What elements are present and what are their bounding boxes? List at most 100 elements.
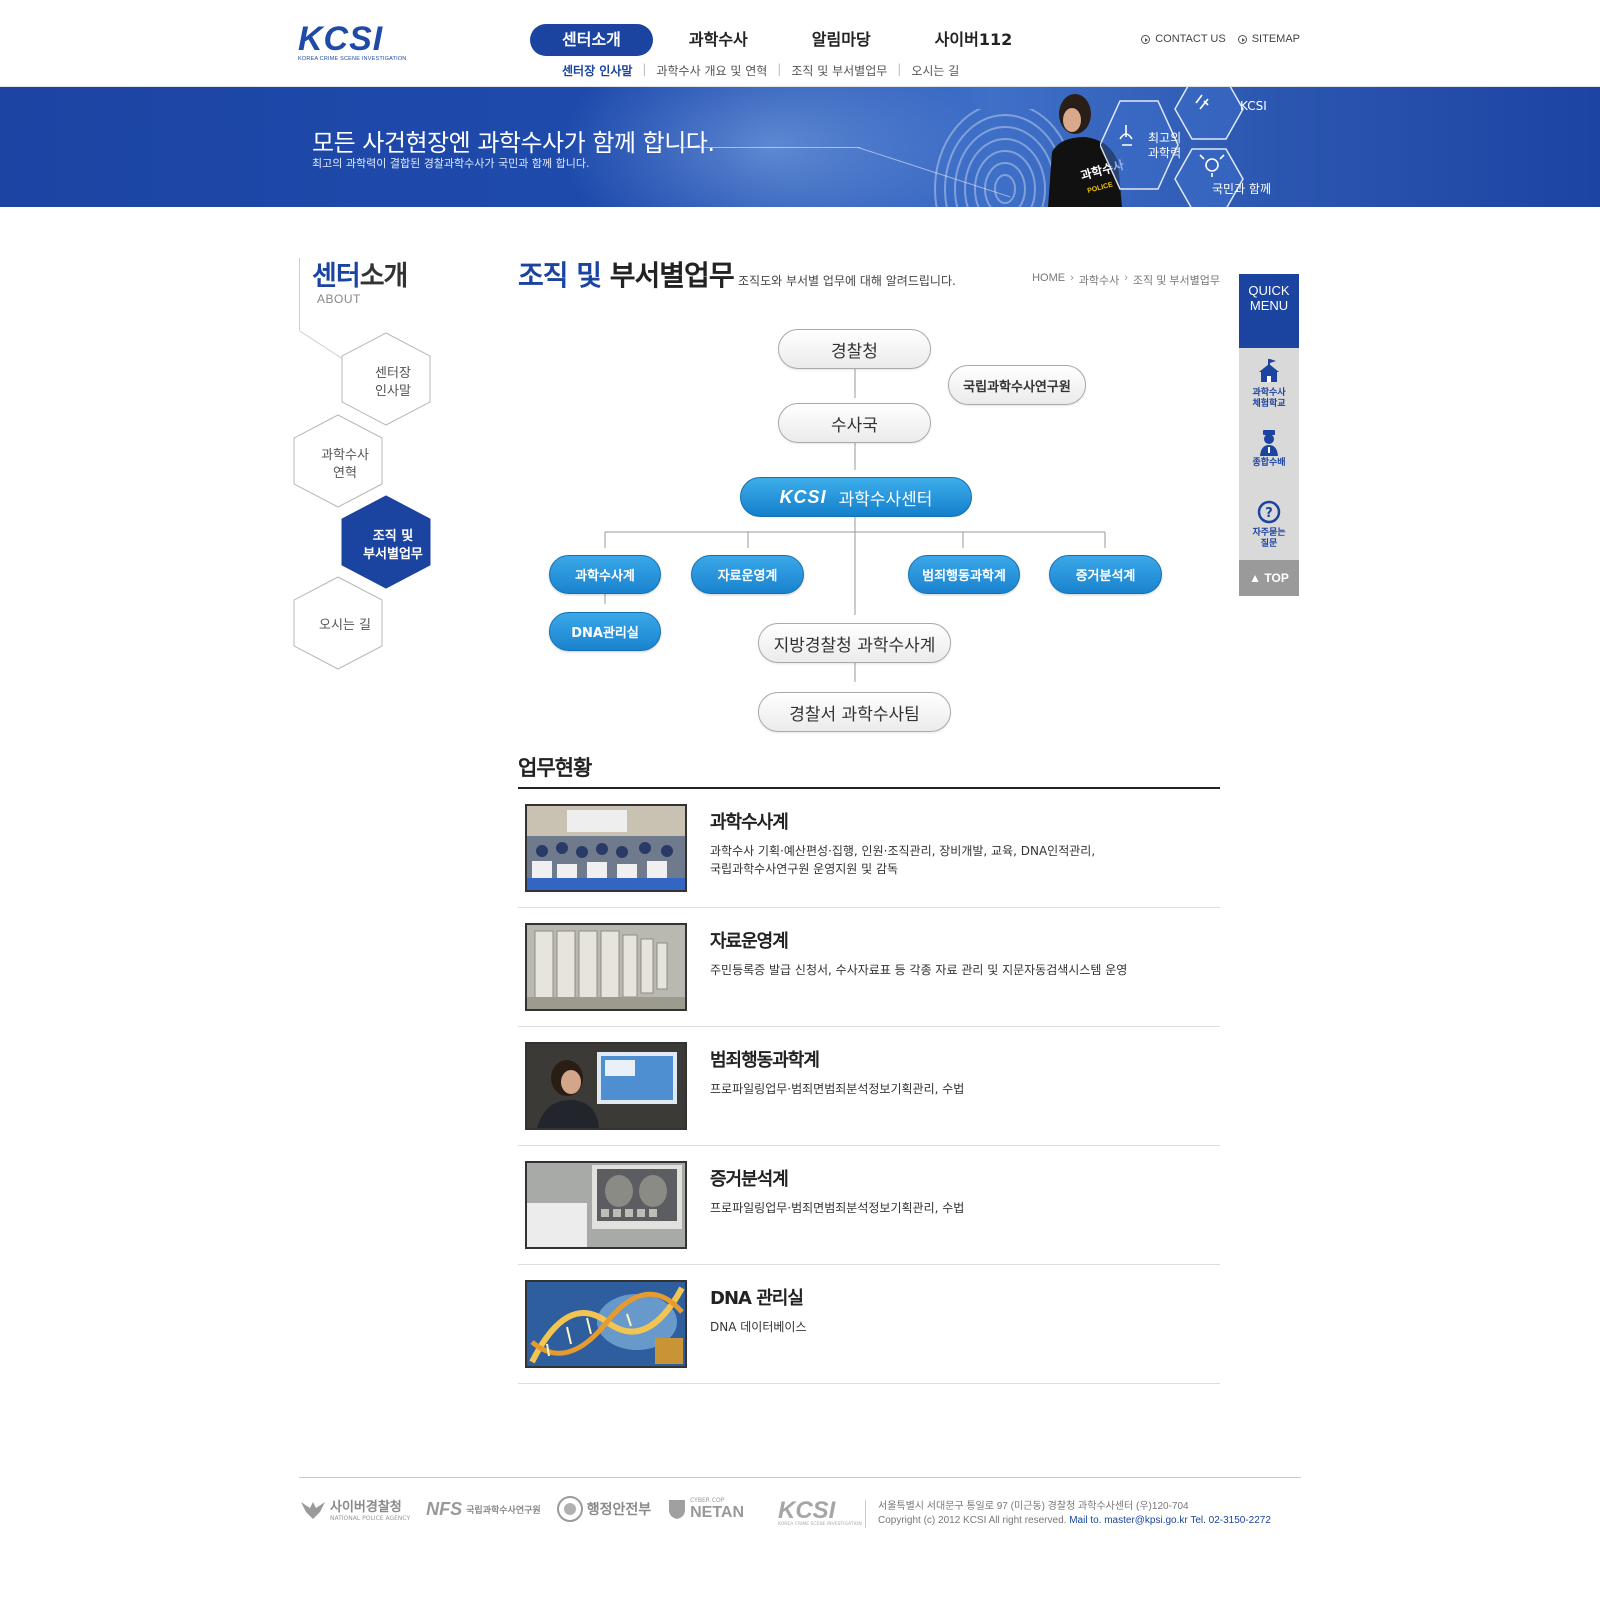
partner-logos: 사이버경찰청 NATIONAL POLICE AGENCY NFS 국립과학수사… bbox=[300, 1496, 760, 1522]
footer-logo-title: 사이버경찰청 bbox=[330, 1500, 402, 1515]
breadcrumb: HOME › 과학수사 › 조직 및 부서별업무 bbox=[1032, 272, 1220, 288]
footer-logo-cyber-police[interactable]: 사이버경찰청 NATIONAL POLICE AGENCY bbox=[300, 1496, 410, 1522]
kcsi-logo-mini: KCSI bbox=[779, 486, 827, 507]
footer-logo-nfs[interactable]: NFS 국립과학수사연구원 bbox=[426, 1499, 541, 1520]
org-unit-data-section: 자료운영계 bbox=[691, 555, 804, 594]
chevron-right-icon: › bbox=[1070, 272, 1074, 284]
org-node-forensic-center: KCSI 과학수사센터 bbox=[740, 477, 972, 517]
quick-item-school[interactable]: 과학수사 체험학교 bbox=[1239, 348, 1299, 418]
lnb-subtitle: ABOUT bbox=[317, 292, 361, 306]
list-item: 과학수사계 과학수사 기획·예산편성·집행, 인원·조직관리, 장비개발, 교육… bbox=[518, 789, 1220, 908]
quick-menu: QUICK MENU 과학수사 체험학교 종합수배 ? 자주묻는 질문 ▲ TO… bbox=[1239, 274, 1299, 596]
work-description: 주민등록증 발급 신청서, 수사자료표 등 각종 자료 관리 및 지문자동검색시… bbox=[710, 963, 1128, 977]
footer-logo-sub: CYBER COP bbox=[690, 1496, 725, 1504]
footer-contact[interactable]: Mail to. master@kpsi.go.kr Tel. 02-3150-… bbox=[1069, 1515, 1271, 1526]
lnb-title-b: 소개 bbox=[359, 261, 409, 292]
work-name: DNA 관리실 bbox=[710, 1288, 804, 1309]
footer-logo-sub: NATIONAL POLICE AGENCY bbox=[330, 1515, 411, 1522]
footer-copyright: Copyright (c) 2012 KCSI All right reserv… bbox=[878, 1515, 1067, 1526]
utility-links: CONTACT US SITEMAP bbox=[1129, 33, 1300, 45]
lnb-item-greeting[interactable]: 센터장 인사말 bbox=[348, 365, 438, 401]
work-name: 범죄행동과학계 bbox=[710, 1050, 820, 1071]
lnb-item-organization[interactable]: 조직 및 부서별업무 bbox=[348, 528, 438, 564]
footer-vertical-divider bbox=[865, 1500, 866, 1528]
org-node-regional: 지방경찰청 과학수사계 bbox=[758, 623, 951, 663]
lnb-item-directions[interactable]: 오시는 길 bbox=[300, 617, 390, 635]
quick-item-faq[interactable]: ? 자주묻는 질문 bbox=[1239, 488, 1299, 558]
banner-title: 모든 사건현장엔 과학수사가 함께 합니다. bbox=[312, 129, 715, 157]
footer-logo-netan[interactable]: CYBER COP NETAN bbox=[667, 1497, 744, 1522]
org-unit-dna-office: DNA관리실 bbox=[549, 612, 661, 651]
lnb-title-a: 센터 bbox=[312, 261, 361, 292]
subnav-separator: | bbox=[642, 62, 647, 76]
work-description: 프로파일링업무·범죄면범죄분석정보기획관리, 수법 bbox=[710, 1082, 965, 1096]
contact-us-link[interactable]: CONTACT US bbox=[1141, 33, 1226, 45]
sub-navigation: 센터장 인사말 | 과학수사 개요 및 연혁 | 조직 및 부서별업무 | 오시… bbox=[562, 62, 959, 79]
subnav-directions[interactable]: 오시는 길 bbox=[911, 62, 959, 79]
seminar-photo bbox=[525, 804, 687, 892]
footer-logo-title: NFS bbox=[426, 1498, 463, 1519]
hex-label-citizens: 국민과 함께 bbox=[1212, 182, 1272, 196]
svg-text:?: ? bbox=[1265, 506, 1273, 521]
eagle-icon bbox=[301, 1502, 325, 1519]
org-node-investigation-bureau: 수사국 bbox=[778, 403, 931, 443]
quick-item-wanted[interactable]: 종합수배 bbox=[1239, 418, 1299, 488]
work-description: DNA 데이터베이스 bbox=[710, 1320, 807, 1334]
footer-address: 서울특별시 서대문구 통일로 97 (미근동) 경찰청 과학수사센터 (우)12… bbox=[878, 1501, 1189, 1512]
government-seal-icon bbox=[556, 1496, 583, 1522]
org-chart: 경찰청 국립과학수사연구원 수사국 KCSI 과학수사센터 과학수사계 자료운영… bbox=[518, 320, 1218, 740]
logo-text: KCSI bbox=[298, 20, 384, 58]
footer-kcsi-logo: KCSI KOREA CRIME SCENE INVESTIGATION bbox=[778, 1499, 862, 1528]
footer-logo-sub: 국립과학수사연구원 bbox=[466, 1505, 541, 1516]
page-description: 조직도와 부서별 업무에 대해 알려드립니다. bbox=[738, 274, 956, 288]
work-description: 프로파일링업무·범죄면범죄분석정보기획관리, 수법 bbox=[710, 1201, 965, 1215]
dna-photo bbox=[525, 1280, 687, 1368]
play-circle-icon bbox=[1237, 34, 1247, 44]
org-unit-forensic-section: 과학수사계 bbox=[549, 555, 661, 594]
quick-item-school-label: 과학수사 체험학교 bbox=[1252, 388, 1286, 409]
gnb-forensic[interactable]: 과학수사 bbox=[661, 24, 776, 56]
sitemap-label: SITEMAP bbox=[1251, 33, 1300, 45]
work-status-list: 과학수사계 과학수사 기획·예산편성·집행, 인원·조직관리, 장비개발, 교육… bbox=[518, 789, 1220, 1384]
page-title: 조직 및 부서별업무 bbox=[518, 254, 735, 294]
scroll-top-button[interactable]: ▲ TOP bbox=[1239, 560, 1299, 596]
school-building-icon bbox=[1259, 359, 1279, 382]
play-circle-icon bbox=[1141, 34, 1151, 44]
footer-kcsi-sub: KOREA CRIME SCENE INVESTIGATION bbox=[778, 1522, 862, 1527]
org-center-label: 과학수사센터 bbox=[838, 489, 933, 510]
contact-us-label: CONTACT US bbox=[1155, 33, 1226, 45]
subnav-overview[interactable]: 과학수사 개요 및 연혁 bbox=[656, 62, 767, 79]
org-node-nfs: 국립과학수사연구원 bbox=[948, 365, 1086, 405]
breadcrumb-home[interactable]: HOME bbox=[1032, 272, 1065, 288]
quick-item-faq-label: 자주묻는 질문 bbox=[1252, 528, 1286, 549]
footer-info: 서울특별시 서대문구 통일로 97 (미근동) 경찰청 과학수사센터 (우)12… bbox=[878, 1500, 1271, 1528]
chevron-right-icon: › bbox=[1124, 272, 1128, 284]
footer-logo-mopas[interactable]: 행정안전부 bbox=[556, 1496, 652, 1522]
hero-banner: 모든 사건현장엔 과학수사가 함께 합니다. 최고의 과학력이 결합된 경찰과학… bbox=[0, 87, 1600, 207]
banner-subtitle: 최고의 과학력이 결합된 경찰과학수사가 국민과 함께 합니다. bbox=[312, 157, 590, 170]
netan-shield-icon bbox=[669, 1500, 686, 1519]
list-item: 자료운영계 주민등록증 발급 신청서, 수사자료표 등 각종 자료 관리 및 지… bbox=[518, 908, 1220, 1027]
hex-label-science: 최고의 과학력 bbox=[1148, 131, 1182, 160]
logo-subtitle: KOREA CRIME SCENE INVESTIGATION bbox=[298, 56, 407, 62]
sitemap-link[interactable]: SITEMAP bbox=[1237, 33, 1300, 45]
kcsi-logo[interactable]: KCSI KOREA CRIME SCENE INVESTIGATION bbox=[298, 22, 410, 62]
gnb-cyber112[interactable]: 사이버112 bbox=[907, 24, 1041, 56]
lnb-line bbox=[299, 258, 300, 330]
page-title-a: 조직 및 bbox=[518, 259, 602, 292]
breadcrumb-forensic[interactable]: 과학수사 bbox=[1079, 272, 1119, 288]
gnb-about[interactable]: 센터소개 bbox=[530, 24, 653, 56]
quick-item-wanted-label: 종합수배 bbox=[1252, 458, 1286, 468]
lnb-item-history[interactable]: 과학수사 연혁 bbox=[300, 447, 390, 483]
work-description: 과학수사 기획·예산편성·집행, 인원·조직관리, 장비개발, 교육, DNA인… bbox=[710, 844, 1096, 876]
gnb-notice[interactable]: 알림마당 bbox=[784, 24, 899, 56]
subnav-organization[interactable]: 조직 및 부서별업무 bbox=[791, 62, 887, 79]
list-item: 범죄행동과학계 프로파일링업무·범죄면범죄분석정보기획관리, 수법 bbox=[518, 1027, 1220, 1146]
work-status-title: 업무현황 bbox=[518, 756, 592, 780]
work-name: 증거분석계 bbox=[710, 1169, 789, 1190]
footer-logo-title: 행정안전부 bbox=[586, 1502, 652, 1518]
banner-divider bbox=[680, 147, 860, 148]
subnav-greeting[interactable]: 센터장 인사말 bbox=[562, 62, 632, 79]
question-circle-icon: ? bbox=[1257, 500, 1281, 524]
site-header: KCSI KOREA CRIME SCENE INVESTIGATION 센터소… bbox=[0, 0, 1600, 87]
